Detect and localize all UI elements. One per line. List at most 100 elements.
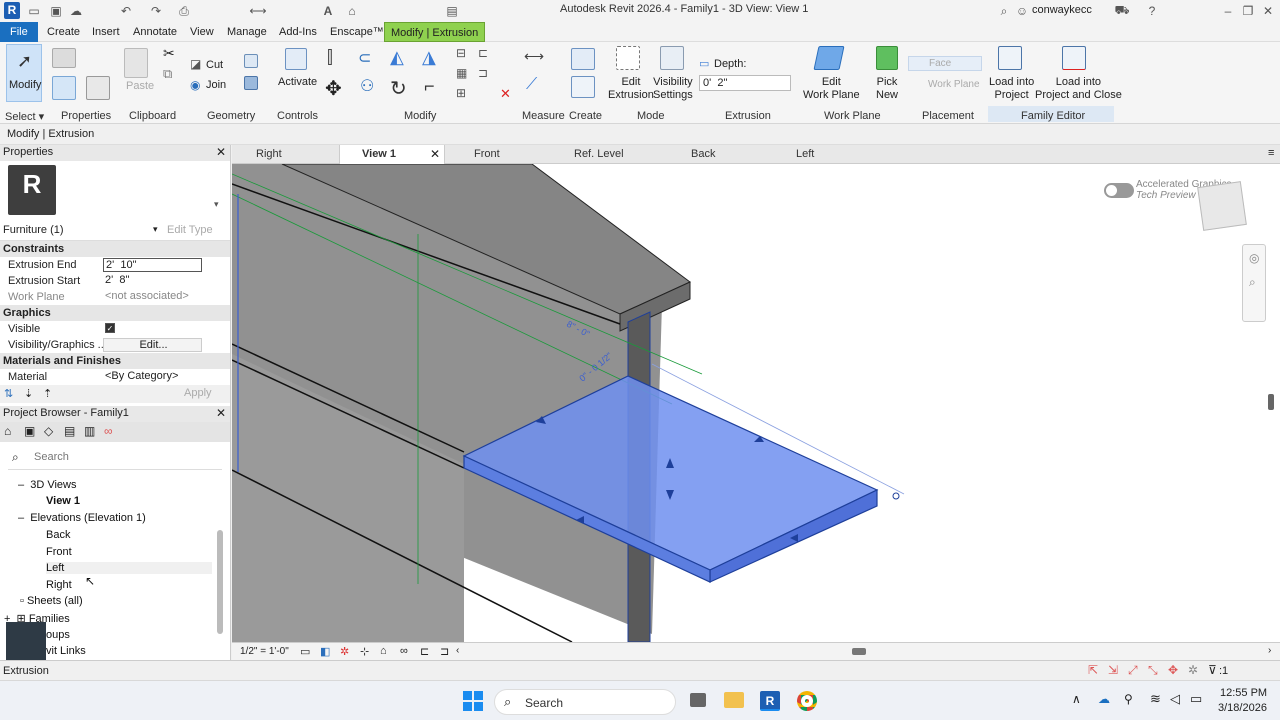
close-browser-icon[interactable]: ✕ <box>216 406 226 420</box>
steering-wheel-icon[interactable]: ◎ <box>1249 251 1259 265</box>
analysis-icon[interactable]: ⊐ <box>440 645 449 658</box>
network-tool-icon[interactable]: ⚲ <box>1124 692 1133 706</box>
create-group-icon[interactable] <box>571 76 595 98</box>
paste-icon[interactable] <box>124 48 148 78</box>
pick-new-icon[interactable] <box>876 46 898 70</box>
edit-work-plane-label[interactable]: Edit Work Plane <box>803 76 860 102</box>
load-into-project-close-label[interactable]: Load into Project and Close <box>1035 76 1122 102</box>
array-icon[interactable]: ▦ <box>456 66 467 80</box>
minimize-icon[interactable]: – <box>1220 3 1236 19</box>
text-icon[interactable]: A <box>320 3 336 19</box>
model-3d-view[interactable] <box>232 164 1280 642</box>
task-view-icon[interactable] <box>690 693 706 707</box>
help-icon[interactable]: ? <box>1144 3 1160 19</box>
drag-elements-icon[interactable]: ✥ <box>1168 663 1178 677</box>
clock-date[interactable]: 3/18/2026 <box>1218 702 1267 714</box>
maximize-icon[interactable]: ❐ <box>1240 3 1256 19</box>
select-pinned-icon[interactable]: ⤢ <box>1128 663 1138 678</box>
align-icon[interactable]: ⫿ <box>327 47 333 68</box>
sort-icon[interactable]: ⇅ <box>4 387 13 400</box>
type-preview[interactable]: R ▾ <box>0 161 230 221</box>
navigation-bar[interactable]: ◎ ⌕ <box>1242 244 1266 322</box>
menu-annotate[interactable]: Annotate <box>127 22 183 42</box>
browser-link-icon[interactable]: ∞ <box>104 424 113 438</box>
sort-az-icon[interactable]: ⇣ <box>24 387 33 400</box>
depth-input[interactable]: 0' 2" <box>699 75 791 91</box>
view-canvas[interactable]: 8" - 0" 0" - 0 1/2" Accelerated Graphics… <box>232 164 1280 642</box>
visibility-graphics-edit-button[interactable]: Edit... <box>103 338 202 352</box>
file-explorer-icon[interactable] <box>724 692 744 708</box>
tree-front[interactable]: Front <box>46 546 72 558</box>
crop-view-icon[interactable]: ⌂ <box>380 645 387 657</box>
move-icon[interactable]: ✥ <box>325 76 342 101</box>
home-icon[interactable]: ⌂ <box>344 3 360 19</box>
load-into-project-close-icon[interactable] <box>1062 46 1086 70</box>
view-scale[interactable]: 1/2" = 1'-0" <box>240 646 289 657</box>
scroll-left-icon[interactable]: ‹ <box>456 645 459 656</box>
work-plane-placement-label[interactable]: Work Plane <box>928 78 980 91</box>
save-icon[interactable]: ▣ <box>48 3 64 19</box>
modify-button[interactable]: ➚ Modify <box>6 44 42 102</box>
type-properties-icon[interactable] <box>52 48 76 68</box>
edit-extrusion-label[interactable]: Edit Extrusion <box>608 76 654 102</box>
activate-icon[interactable] <box>285 48 307 70</box>
select-links-icon[interactable]: ⇱ <box>1088 663 1098 677</box>
cut-icon[interactable]: ◪ <box>190 57 201 71</box>
menu-modify-extrusion[interactable]: Modify | Extrusion <box>384 22 486 42</box>
browser-schedule-icon[interactable]: ▥ <box>84 424 95 438</box>
tab-right[interactable]: Right <box>234 145 334 164</box>
horizontal-scrollbar-thumb[interactable] <box>852 648 866 655</box>
browser-sheet-icon[interactable]: ▤ <box>64 424 75 438</box>
cut-label[interactable]: Cut <box>206 59 223 72</box>
battery-icon[interactable]: ▭ <box>1190 691 1202 707</box>
onedrive-icon[interactable]: ☁ <box>1098 692 1110 706</box>
background-process-icon[interactable]: ✲ <box>1188 663 1198 677</box>
clock-time[interactable]: 12:55 PM <box>1220 687 1267 699</box>
tab-ref-level[interactable]: Ref. Level <box>552 145 652 164</box>
accelerated-graphics-toggle[interactable] <box>1104 183 1134 198</box>
edit-type-button[interactable]: Edit Type <box>167 224 213 236</box>
measure-icon[interactable]: ⟷ <box>249 3 266 19</box>
pin-icon[interactable]: ⊏ <box>478 46 488 60</box>
measure-tool-icon[interactable]: ⟷ <box>524 48 544 65</box>
tabs-menu-icon[interactable]: ≡ <box>1268 147 1274 159</box>
sort-za-icon[interactable]: ⇡ <box>43 387 52 400</box>
tab-back[interactable]: Back <box>669 145 769 164</box>
switch-windows-icon[interactable]: ▤ <box>444 3 460 19</box>
tree-3d-views[interactable]: – 3D Views <box>18 479 77 491</box>
menu-enscape[interactable]: Enscape™ <box>324 22 390 42</box>
close-icon[interactable]: ✕ <box>1260 3 1276 19</box>
type-dropdown-icon[interactable]: ▾ <box>214 199 219 210</box>
print-icon[interactable]: ⎙ <box>176 3 192 19</box>
browser-home-icon[interactable]: ⌂ <box>4 424 11 438</box>
copy-icon[interactable]: ⧉ <box>163 66 172 82</box>
load-into-project-label[interactable]: Load into Project <box>989 76 1034 102</box>
family-types-icon[interactable] <box>86 76 110 100</box>
menu-manage[interactable]: Manage <box>221 22 273 42</box>
pick-new-label[interactable]: Pick New <box>876 76 898 102</box>
mirror-draw-icon[interactable]: ◮ <box>422 47 436 68</box>
windows-start-icon[interactable] <box>463 691 483 711</box>
face-button[interactable]: Face <box>908 56 982 71</box>
visibility-settings-label[interactable]: Visibility Settings <box>653 76 693 102</box>
open-icon[interactable]: ▭ <box>26 3 42 19</box>
visibility-settings-icon[interactable] <box>660 46 684 70</box>
scroll-right-icon[interactable]: › <box>1268 645 1271 656</box>
tree-revit-links[interactable]: vit Links <box>46 645 86 657</box>
tab-left[interactable]: Left <box>774 145 874 164</box>
scale-icon[interactable]: ⊞ <box>456 86 466 100</box>
menu-insert[interactable]: Insert <box>86 22 126 42</box>
offset-icon[interactable]: ⊂ <box>358 48 371 68</box>
redo-icon[interactable]: ↷ <box>148 3 164 19</box>
section-graphics[interactable]: Graphics <box>0 305 230 321</box>
tree-groups[interactable]: oups <box>46 629 70 641</box>
delete-icon[interactable]: ✕ <box>500 86 511 102</box>
user-icon[interactable]: ☺ <box>1014 3 1030 19</box>
browser-scrollbar[interactable] <box>217 530 223 634</box>
load-into-project-icon[interactable] <box>998 46 1022 70</box>
chrome-icon[interactable] <box>797 691 817 711</box>
visible-checkbox[interactable]: ✓ <box>103 322 202 336</box>
detail-level-icon[interactable]: ▭ <box>300 645 310 658</box>
rotate-icon[interactable]: ↻ <box>390 76 407 101</box>
copy-tool-icon[interactable]: ⚇ <box>360 76 374 96</box>
